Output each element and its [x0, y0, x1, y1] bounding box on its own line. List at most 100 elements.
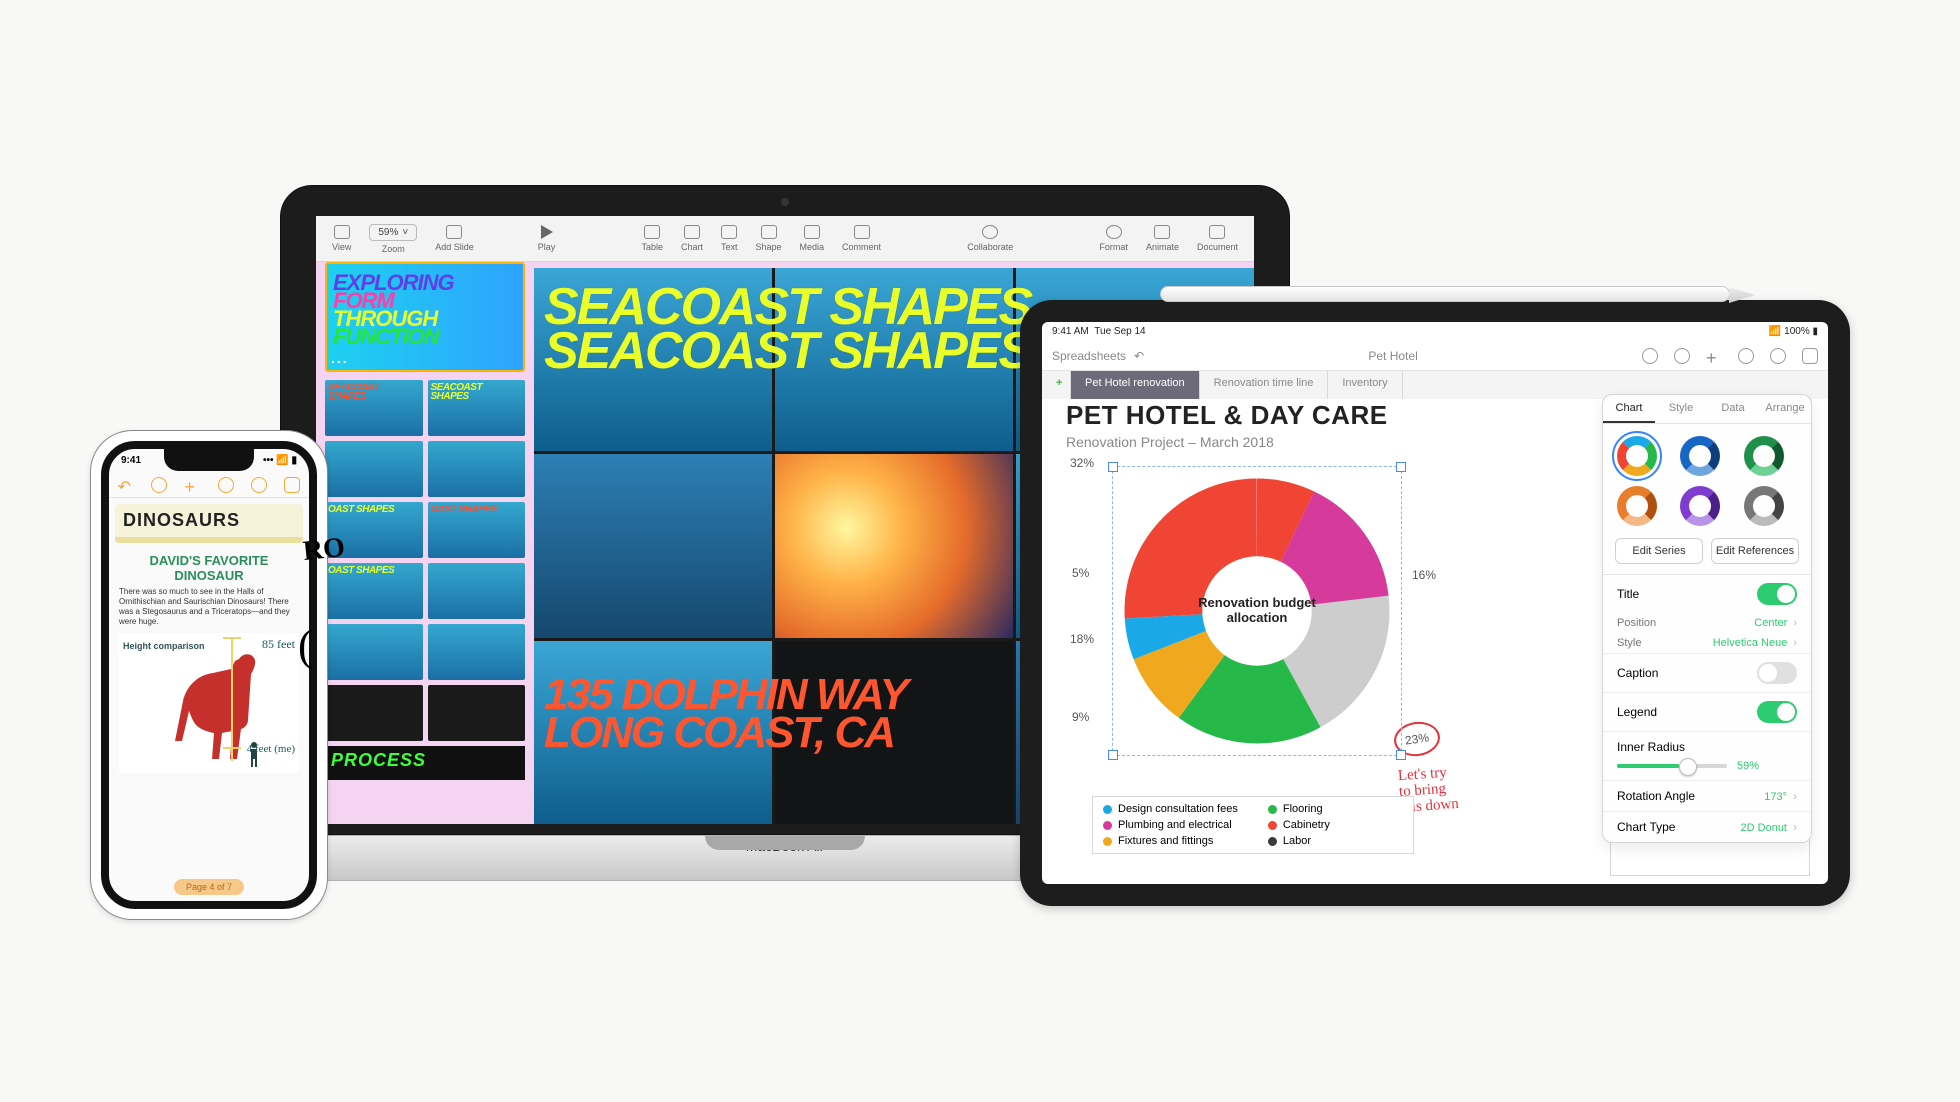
caption-toggle[interactable]: [1757, 662, 1797, 684]
height-chart[interactable]: Height comparison 85 feet 4 feet (me): [119, 633, 299, 773]
add-slide-button[interactable]: Add Slide: [429, 225, 480, 252]
chart-style-swatch[interactable]: [1617, 436, 1657, 476]
edit-references-button[interactable]: Edit References: [1711, 538, 1799, 564]
undo-icon[interactable]: ↶: [1134, 349, 1144, 363]
collaborate-button[interactable]: Collaborate: [961, 225, 1019, 252]
face-icon[interactable]: [218, 477, 234, 493]
collaborate-icon[interactable]: [1738, 348, 1754, 364]
document-button[interactable]: Document: [1191, 225, 1244, 252]
inspector-tab-arrange[interactable]: Arrange: [1759, 395, 1811, 423]
slide-thumb[interactable]: [428, 624, 526, 680]
chart-type-row[interactable]: Chart Type 2D Donut›: [1603, 811, 1811, 842]
inspector-tab-style[interactable]: Style: [1655, 395, 1707, 423]
status-battery: 100%: [1784, 326, 1810, 337]
chart-legend[interactable]: Design consultation fees Flooring Plumbi…: [1092, 796, 1414, 854]
label-4-feet: 4 feet (me): [247, 743, 295, 755]
label-85-feet: 85 feet: [262, 637, 295, 652]
slide-thumb[interactable]: [325, 441, 423, 497]
slide-thumbnail-1[interactable]: EXPLORING FORM THROUGH FUNCTION ...: [325, 262, 525, 372]
legend-item: Fixtures and fittings: [1103, 835, 1238, 847]
share-icon[interactable]: [1802, 348, 1818, 364]
edit-series-button[interactable]: Edit Series: [1615, 538, 1703, 564]
slide-thumb[interactable]: [325, 685, 423, 741]
numbers-app: 9:41 AM Tue Sep 14 📶 100% ▮ Spreadsheets…: [1042, 322, 1828, 884]
more-icon[interactable]: [1770, 348, 1786, 364]
media-button[interactable]: Media: [794, 225, 831, 252]
position-row[interactable]: Position Center›: [1603, 613, 1811, 633]
legend-toggle[interactable]: [1757, 701, 1797, 723]
chart-style-swatches: [1603, 424, 1811, 538]
add-icon[interactable]: +: [184, 477, 200, 493]
process-slide-thumb[interactable]: PROCESS: [325, 746, 525, 780]
canvas-tile: [775, 268, 1013, 451]
status-time: 9:41: [121, 455, 141, 466]
donut-chart[interactable]: Renovation budget allocation: [1112, 466, 1402, 756]
inspector-tab-data[interactable]: Data: [1707, 395, 1759, 423]
rotation-row[interactable]: Rotation Angle 173°›: [1603, 780, 1811, 811]
body-text[interactable]: There was so much to see in the Halls of…: [119, 587, 299, 627]
face-icon[interactable]: [251, 477, 267, 493]
table-button[interactable]: Table: [635, 225, 669, 252]
slide-thumb[interactable]: [428, 563, 526, 619]
format-inspector: Chart Style Data Arrange Edit: [1602, 394, 1812, 843]
iphone: 9:41 ••• 📶 ▮ ↶ + DINOSAURS DAVID'S FAVOR…: [90, 430, 328, 920]
shape-button[interactable]: Shape: [749, 225, 787, 252]
inspector-tab-chart[interactable]: Chart: [1603, 395, 1655, 423]
row-label: Chart Type: [1617, 820, 1675, 834]
zoom-button[interactable]: 59% ˅Zoom: [363, 224, 423, 254]
row-label: Inner Radius: [1617, 740, 1797, 754]
section-heading[interactable]: DAVID'S FAVORITE DINOSAUR: [117, 553, 301, 583]
chart-subtitle[interactable]: Renovation Project – March 2018: [1066, 434, 1274, 450]
keynote-toolbar: View 59% ˅Zoom Add Slide Play Table Char…: [316, 216, 1254, 262]
chart-style-swatch[interactable]: [1680, 436, 1720, 476]
chart-button[interactable]: Chart: [675, 225, 709, 252]
chart-style-swatch[interactable]: [1680, 486, 1720, 526]
format-button[interactable]: Format: [1093, 225, 1134, 252]
slide-thumb[interactable]: SEACOAST SHAPES: [325, 380, 423, 436]
brush-icon[interactable]: [1674, 348, 1690, 364]
back-button[interactable]: Spreadsheets: [1052, 349, 1126, 363]
macbook-hinge-notch: [705, 836, 865, 850]
canvas-tile: [534, 268, 772, 451]
view-button[interactable]: View: [326, 225, 357, 252]
numbers-toolbar: Spreadsheets ↶ Pet Hotel +: [1042, 341, 1828, 371]
slide-thumb[interactable]: [325, 624, 423, 680]
style-row[interactable]: Style Helvetica Neue›: [1603, 633, 1811, 653]
title-toggle[interactable]: [1757, 583, 1797, 605]
chart-label: 9%: [1072, 710, 1089, 724]
ipad-status-bar: 9:41 AM Tue Sep 14 📶 100% ▮: [1042, 322, 1828, 341]
page-indicator[interactable]: Page 4 of 7: [174, 879, 244, 895]
text-button[interactable]: Text: [715, 225, 744, 252]
comment-button[interactable]: Comment: [836, 225, 887, 252]
slide-thumb[interactable]: [428, 685, 526, 741]
slide-thumb[interactable]: OAST SHAPES: [325, 563, 423, 619]
row-label: Rotation Angle: [1617, 789, 1695, 803]
undo-icon[interactable]: ↶: [118, 477, 134, 493]
legend-item: Design consultation fees: [1103, 803, 1238, 815]
pin-icon[interactable]: [1642, 348, 1658, 364]
chart-label: 18%: [1070, 632, 1094, 646]
animate-button[interactable]: Animate: [1140, 225, 1185, 252]
brush-icon[interactable]: [151, 477, 167, 493]
slide1-word4: FUNCTION: [333, 324, 517, 350]
slide-thumb[interactable]: SEACOAST SHAPES: [428, 380, 526, 436]
chart-title[interactable]: PET HOTEL & DAY CARE: [1066, 400, 1388, 431]
chart-style-swatch[interactable]: [1617, 486, 1657, 526]
slide-thumb[interactable]: OAST SHAPES: [428, 502, 526, 558]
document-title[interactable]: DINOSAURS: [115, 504, 303, 543]
more-icon[interactable]: [284, 477, 300, 493]
chart-style-swatch[interactable]: [1744, 436, 1784, 476]
slide-navigator[interactable]: EXPLORING FORM THROUGH FUNCTION ... SEAC…: [325, 262, 525, 815]
add-icon[interactable]: +: [1706, 348, 1722, 364]
sheet-body[interactable]: PET HOTEL & DAY CARE Renovation Project …: [1042, 394, 1828, 884]
inner-radius-slider[interactable]: [1617, 764, 1727, 768]
play-button[interactable]: Play: [532, 225, 562, 252]
slide-thumb[interactable]: [428, 441, 526, 497]
legend-item: Plumbing and electrical: [1103, 819, 1238, 831]
status-icons: ••• 📶 ▮: [263, 455, 297, 466]
ipad: 9:41 AM Tue Sep 14 📶 100% ▮ Spreadsheets…: [1020, 300, 1850, 906]
document-title[interactable]: Pet Hotel: [1144, 349, 1642, 363]
slide-address[interactable]: 135 DOLPHIN WAY LONG COAST, CA: [544, 676, 907, 752]
handwriting-paren: (: [298, 620, 313, 671]
chart-style-swatch[interactable]: [1744, 486, 1784, 526]
